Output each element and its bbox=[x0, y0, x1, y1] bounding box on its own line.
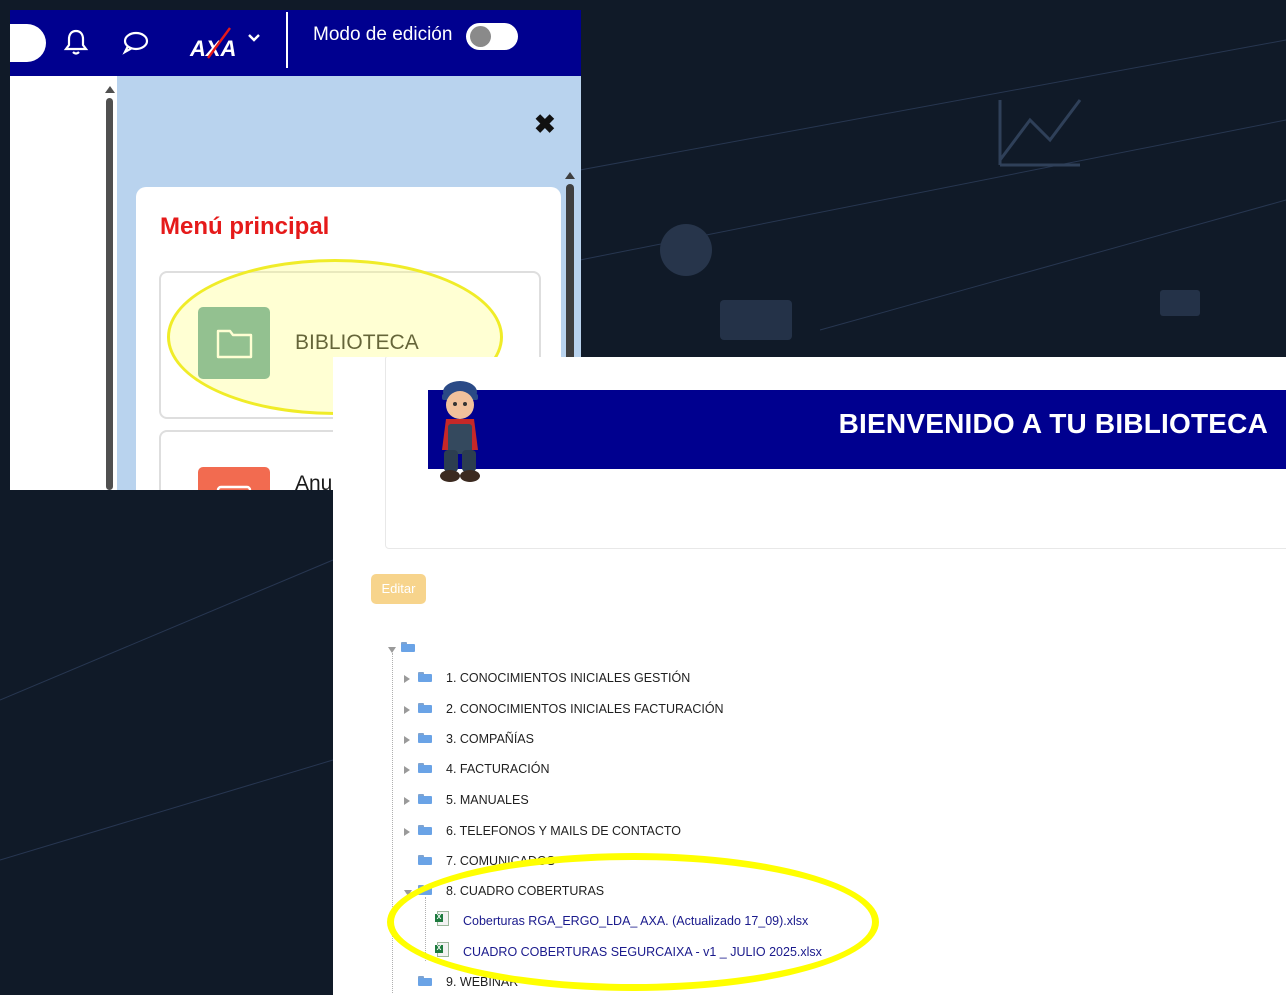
tree-root[interactable] bbox=[388, 638, 448, 662]
chat-bubble-icon[interactable] bbox=[119, 26, 151, 58]
tree-folder[interactable]: 1. CONOCIMIENTOS INICIALES GESTIÓN bbox=[404, 668, 804, 692]
scrollbar-thumb[interactable] bbox=[106, 98, 113, 490]
folder-label: 1. CONOCIMIENTOS INICIALES GESTIÓN bbox=[446, 671, 691, 685]
expand-toggle-icon[interactable] bbox=[404, 828, 410, 836]
axa-logo: AXA bbox=[189, 27, 236, 61]
folder-icon bbox=[418, 855, 432, 865]
scroll-up-arrow-icon[interactable] bbox=[565, 172, 575, 179]
edit-mode-label: Modo de edición bbox=[313, 24, 453, 45]
tree-folder[interactable]: 3. COMPAÑÍAS bbox=[404, 729, 804, 753]
top-navbar: AXA Modo de edición bbox=[10, 10, 581, 76]
navbar-divider bbox=[286, 12, 288, 68]
announcement-icon bbox=[198, 467, 270, 490]
folder-label: 4. FACTURACIÓN bbox=[446, 762, 550, 776]
edit-button[interactable]: Editar bbox=[371, 574, 426, 604]
page-scrollbar[interactable] bbox=[104, 82, 116, 490]
tree-folder[interactable]: 4. FACTURACIÓN bbox=[404, 759, 804, 783]
folder-label: 2. CONOCIMIENTOS INICIALES FACTURACIÓN bbox=[446, 702, 724, 716]
menu-title: Menú principal bbox=[160, 213, 330, 240]
highlight-ellipse bbox=[387, 853, 879, 991]
folder-icon bbox=[418, 794, 432, 804]
mascot-image bbox=[440, 381, 480, 482]
svg-text:AXA: AXA bbox=[189, 36, 236, 61]
folder-icon bbox=[418, 976, 432, 986]
folder-label: 5. MANUALES bbox=[446, 793, 529, 807]
close-icon[interactable]: ✖ bbox=[534, 109, 556, 140]
library-screenshot: BIENVENIDO A TU BIBLIOTECA Editar 1. CON… bbox=[333, 357, 1286, 995]
folder-icon bbox=[418, 825, 432, 835]
edit-mode-toggle[interactable] bbox=[466, 23, 518, 50]
folder-icon bbox=[418, 763, 432, 773]
tree-folder[interactable]: 2. CONOCIMIENTOS INICIALES FACTURACIÓN bbox=[404, 699, 804, 723]
folder-icon bbox=[401, 642, 415, 652]
expand-toggle-icon[interactable] bbox=[404, 736, 410, 744]
folder-icon bbox=[418, 733, 432, 743]
welcome-banner: BIENVENIDO A TU BIBLIOTECA bbox=[428, 390, 1286, 469]
folder-icon bbox=[418, 672, 432, 682]
tree-folder[interactable]: 6. TELEFONOS Y MAILS DE CONTACTO bbox=[404, 821, 804, 845]
chevron-down-icon[interactable] bbox=[247, 32, 261, 44]
banner-title: BIENVENIDO A TU BIBLIOTECA bbox=[838, 408, 1268, 439]
tree-folder[interactable]: 5. MANUALES bbox=[404, 790, 804, 814]
search-box[interactable] bbox=[10, 24, 46, 62]
bell-icon[interactable] bbox=[60, 26, 92, 58]
scroll-up-arrow-icon[interactable] bbox=[105, 86, 115, 93]
folder-label: 6. TELEFONOS Y MAILS DE CONTACTO bbox=[446, 824, 682, 838]
expand-toggle-icon[interactable] bbox=[404, 675, 410, 683]
expand-toggle-icon[interactable] bbox=[404, 797, 410, 805]
folder-label: 3. COMPAÑÍAS bbox=[446, 732, 534, 746]
expand-toggle-icon[interactable] bbox=[404, 766, 410, 774]
tree-guide-line bbox=[392, 653, 393, 993]
expand-toggle-icon[interactable] bbox=[404, 706, 410, 714]
toggle-knob bbox=[470, 26, 491, 47]
folder-icon bbox=[418, 703, 432, 713]
